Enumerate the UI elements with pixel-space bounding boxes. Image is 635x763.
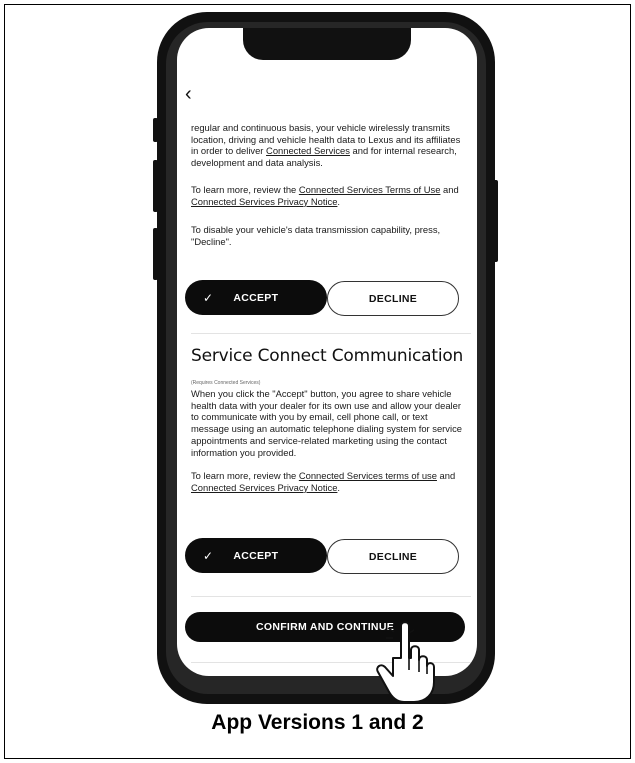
checkmark-icon: ✓	[203, 548, 214, 563]
learn-more-paragraph: To learn more, review the Connected Serv…	[191, 184, 467, 207]
learn-more-and: and	[440, 184, 459, 195]
service-decline-label: DECLINE	[368, 550, 418, 563]
section-divider-bottom	[191, 596, 471, 597]
learn-more-text: To learn more, review the	[191, 184, 299, 195]
decline-button[interactable]: DECLINE	[327, 281, 459, 316]
service-learn-more: To learn more, review the Connected Serv…	[191, 470, 467, 493]
privacy-notice-link[interactable]: Connected Services Privacy Notice	[191, 196, 337, 207]
back-chevron-icon[interactable]: ‹	[185, 84, 192, 104]
service-decline-button[interactable]: DECLINE	[327, 539, 459, 574]
section-divider	[191, 333, 471, 334]
service-learn-and: and	[436, 470, 456, 481]
service-privacy-link[interactable]: Connected Services Privacy Notice	[191, 482, 337, 493]
intro-paragraph: regular and continuous basis, your vehic…	[191, 122, 467, 169]
service-connect-body: When you click the "Accept" button, you …	[191, 388, 462, 458]
service-accept-button[interactable]: ✓ ACCEPT	[185, 538, 327, 573]
service-accept-label: ACCEPT	[233, 549, 279, 562]
phone-notch	[243, 28, 411, 60]
learn-more-period: .	[337, 195, 341, 207]
disable-instructions: To disable your vehicle's data transmiss…	[191, 224, 441, 247]
checkmark-icon: ✓	[203, 290, 214, 305]
service-learn-period: .	[337, 481, 341, 493]
phone-screen: ‹ regular and continuous basis, your veh…	[177, 28, 477, 676]
service-terms-link[interactable]: Connected Services terms of use	[299, 470, 437, 481]
terms-of-use-link[interactable]: Connected Services Terms of Use	[299, 184, 441, 195]
accept-label: ACCEPT	[233, 291, 279, 304]
hand-pointer-icon	[376, 621, 435, 703]
service-learn-text: To learn more, review the	[191, 470, 299, 481]
connected-services-link[interactable]: Connected Services	[266, 145, 350, 156]
requires-note: (Requires Connected Services)	[191, 380, 261, 386]
accept-button[interactable]: ✓ ACCEPT	[185, 280, 327, 315]
section-title: Service Connect Communication	[191, 346, 464, 366]
decline-label: DECLINE	[368, 292, 418, 305]
figure-caption: App Versions 1 and 2	[211, 711, 424, 734]
